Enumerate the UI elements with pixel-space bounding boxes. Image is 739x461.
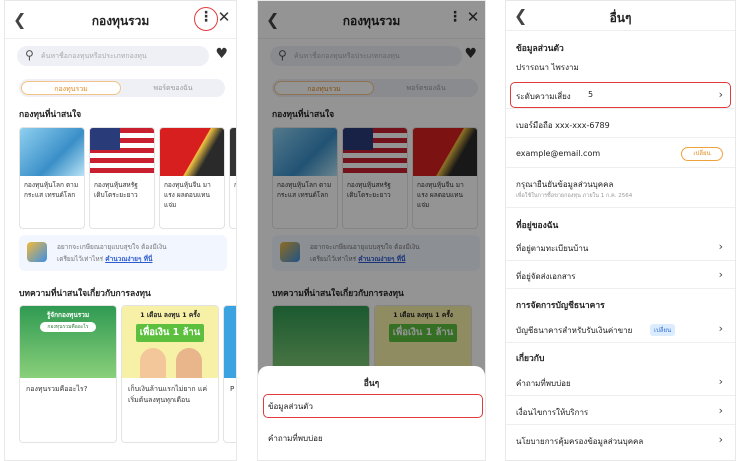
sheet-item-faq[interactable]: คำถามที่พบบ่อย <box>268 432 323 445</box>
article-image-caption: รู้จักกองทุนรวม <box>46 311 90 319</box>
article-image-pill: กองทุนรวมคืออะไร <box>40 322 96 332</box>
banner-calculate-link[interactable]: คำนวณง่ายๆ ที่นี่ <box>105 255 152 263</box>
fund-card[interactable]: ก พ <box>229 127 236 229</box>
tab-funds[interactable]: กองทุนรวม <box>21 81 121 95</box>
risk-level-label: ระดับความเสี่ยง <box>516 92 571 101</box>
phone-number: เบอร์มือถือ xxx-xxx-6789 <box>516 121 610 130</box>
other-menu-sheet: อื่นๆ ข้อมูลส่วนตัว คำถามที่พบบ่อย <box>258 366 485 460</box>
calculator-icon <box>27 242 47 262</box>
fund-card-image <box>160 128 224 176</box>
other-screen: ❮ อื่นๆ ข้อมูลส่วนตัว ปรารถนา ไพรงาม ระด… <box>505 0 736 461</box>
chevron-right-icon: › <box>718 375 723 388</box>
fund-card[interactable]: กองทุนหุ้นจีน มาแรง ผลตอบแทนแจ่ม <box>159 127 225 229</box>
article-card[interactable]: P ก ส ท <box>223 305 236 443</box>
address-label: ที่อยู่ตามทะเบียนบ้าน <box>516 244 589 253</box>
fund-card[interactable]: กองทุนหุ้นโลก ตามกระแส เทรนด์โลก <box>19 127 85 229</box>
chevron-right-icon: › <box>718 322 723 335</box>
bank-account-label: บัญชีธนาคารสำหรับรับเงินค่าขาย <box>516 326 633 335</box>
fund-card-image <box>90 128 154 176</box>
close-icon[interactable]: ✕ <box>216 8 232 28</box>
bank-change-badge[interactable]: เปลี่ยน <box>650 324 676 336</box>
featured-funds-title: กองทุนที่น่าสนใจ <box>19 110 82 120</box>
fund-card-label: กองทุนหุ้นจีน มาแรง ผลตอบแทนแจ่ม <box>164 181 211 209</box>
banner-line1: อยากจะเกษียณอายุแบบสุขใจ ต้องมีเงิน <box>57 243 167 251</box>
featured-fund-list: กองทุนหุ้นโลก ตามกระแส เทรนด์โลก กองทุนห… <box>19 127 236 229</box>
person-illustration <box>176 348 202 378</box>
tab-my-portfolio[interactable]: พอร์ตของฉัน <box>123 81 223 95</box>
article-card[interactable]: รู้จักกองทุนรวม กองทุนรวมคืออะไร กองทุนร… <box>19 305 117 443</box>
fund-tabs: กองทุนรวม พอร์ตของฉัน <box>19 79 225 97</box>
chevron-right-icon: › <box>718 268 723 281</box>
article-image: รู้จักกองทุนรวม กองทุนรวมคืออะไร <box>20 306 116 378</box>
confirm-info-title: กรุณายืนยันข้อมูลส่วนบุคคล <box>516 180 614 189</box>
chevron-right-icon: › <box>718 88 723 101</box>
chevron-right-icon: › <box>718 404 723 417</box>
article-card[interactable]: 1 เดือน ลงทุน 1 ครั้ง เพื่อเงิน 1 ล้าน เ… <box>121 305 219 443</box>
article-list: รู้จักกองทุนรวม กองทุนรวมคืออะไร กองทุนร… <box>19 305 236 443</box>
article-image-headline: เพื่อเงิน 1 ล้าน <box>136 324 204 342</box>
search-icon: ⚲ <box>25 48 34 62</box>
chevron-right-icon: › <box>718 433 723 446</box>
heart-icon[interactable]: ♥ <box>215 46 228 62</box>
risk-level-row[interactable]: ระดับความเสี่ยง 5 › <box>506 81 735 109</box>
vertical-dots-icon[interactable]: ⋮ <box>198 9 214 29</box>
article-label: เก็บเงินล้านแรกไม่ยาก แค่เริ่มต้นลงทุนทุ… <box>128 385 208 404</box>
confirm-info-row[interactable]: กรุณายืนยันข้อมูลส่วนบุคคล เพื่อใช้ในการ… <box>506 170 735 208</box>
about-row-terms[interactable]: เงื่อนไขการให้บริการ › <box>506 397 735 425</box>
article-image: 1 เดือน ลงทุน 1 ครั้ง เพื่อเงิน 1 ล้าน <box>122 306 218 378</box>
retirement-banner[interactable]: อยากจะเกษียณอายุแบบสุขใจ ต้องมีเงิน เตรี… <box>19 235 227 271</box>
confirm-info-subtitle: เพื่อใช้ในการซื้อขายกองทุน ภายใน 1 ก.ค. … <box>516 193 633 199</box>
fund-card-label: กองทุนหุ้นสหรัฐ เติบโตระยะยาว <box>94 181 138 199</box>
fund-screen: ❮ กองทุนรวม ⋮ ✕ ⚲ ค้นหาชื่อกองทุนหรือประ… <box>4 0 237 461</box>
fund-header: ❮ กองทุนรวม ⋮ ✕ <box>5 1 236 39</box>
address-label: ที่อยู่จัดส่งเอกสาร <box>516 272 576 281</box>
about-label: นโยบายการคุ้มครองข้อมูลส่วนบุคคล <box>516 437 644 446</box>
about-header: เกี่ยวกับ <box>516 354 545 364</box>
other-header: ❮ อื่นๆ <box>506 1 735 31</box>
about-row-faq[interactable]: คำถามที่พบบ่อย › <box>506 368 735 396</box>
address-header: ที่อยู่ของฉัน <box>516 221 559 231</box>
fund-card-image <box>230 128 236 176</box>
bank-header: การจัดการบัญชีธนาคาร <box>516 301 605 311</box>
fund-card-image <box>20 128 84 176</box>
page-title: อื่นๆ <box>609 11 632 25</box>
fund-card-label: กองทุนหุ้นโลก ตามกระแส เทรนด์โลก <box>24 181 79 199</box>
fund-card-label: ก พ <box>230 176 236 194</box>
personal-info-header: ข้อมูลส่วนตัว <box>516 44 564 54</box>
phone-row: เบอร์มือถือ xxx-xxx-6789 <box>506 110 735 138</box>
email-address: example@email.com <box>516 149 601 158</box>
fund-screen-with-menu: ❮ กองทุนรวม ⋮ ✕ ⚲ ค้นหาชื่อกองทุนหรือประ… <box>257 0 486 461</box>
articles-title: บทความที่น่าสนใจเกี่ยวกับการลงทุน <box>19 289 151 299</box>
article-label: P ก ส ท <box>230 385 236 393</box>
about-row-privacy[interactable]: นโยบายการคุ้มครองข้อมูลส่วนบุคคล › <box>506 426 735 454</box>
sheet-title: อื่นๆ <box>363 379 380 389</box>
email-row: example@email.com เปลี่ยน <box>506 140 735 168</box>
about-label: เงื่อนไขการให้บริการ <box>516 408 589 417</box>
about-label: คำถามที่พบบ่อย <box>516 379 571 388</box>
chevron-right-icon: › <box>718 240 723 253</box>
person-illustration <box>140 348 166 378</box>
banner-line2-prefix: เตรียมไว้เท่าไหร่ <box>57 255 104 263</box>
sheet-item-personal-info[interactable]: ข้อมูลส่วนตัว <box>268 400 313 413</box>
article-label: กองทุนรวมคืออะไร? <box>26 385 88 393</box>
article-image <box>224 306 236 378</box>
search-placeholder: ค้นหาชื่อกองทุนหรือประเภทกองทุน <box>41 52 147 60</box>
address-row-registered[interactable]: ที่อยู่ตามทะเบียนบ้าน › <box>506 233 735 261</box>
fund-card[interactable]: กองทุนหุ้นสหรัฐ เติบโตระยะยาว <box>89 127 155 229</box>
user-name: ปรารถนา ไพรงาม <box>516 63 579 72</box>
search-input[interactable]: ⚲ ค้นหาชื่อกองทุนหรือประเภทกองทุน <box>17 46 209 66</box>
article-image-caption: 1 เดือน ลงทุน 1 ครั้ง <box>140 311 200 319</box>
banner-line2: เตรียมไว้เท่าไหร่ คำนวณง่ายๆ ที่นี่ <box>57 254 152 264</box>
change-email-button[interactable]: เปลี่ยน <box>681 147 723 161</box>
address-row-mailing[interactable]: ที่อยู่จัดส่งเอกสาร › <box>506 261 735 289</box>
bank-account-row[interactable]: บัญชีธนาคารสำหรับรับเงินค่าขาย เปลี่ยน › <box>506 315 735 343</box>
risk-level-value: 5 <box>588 90 594 99</box>
